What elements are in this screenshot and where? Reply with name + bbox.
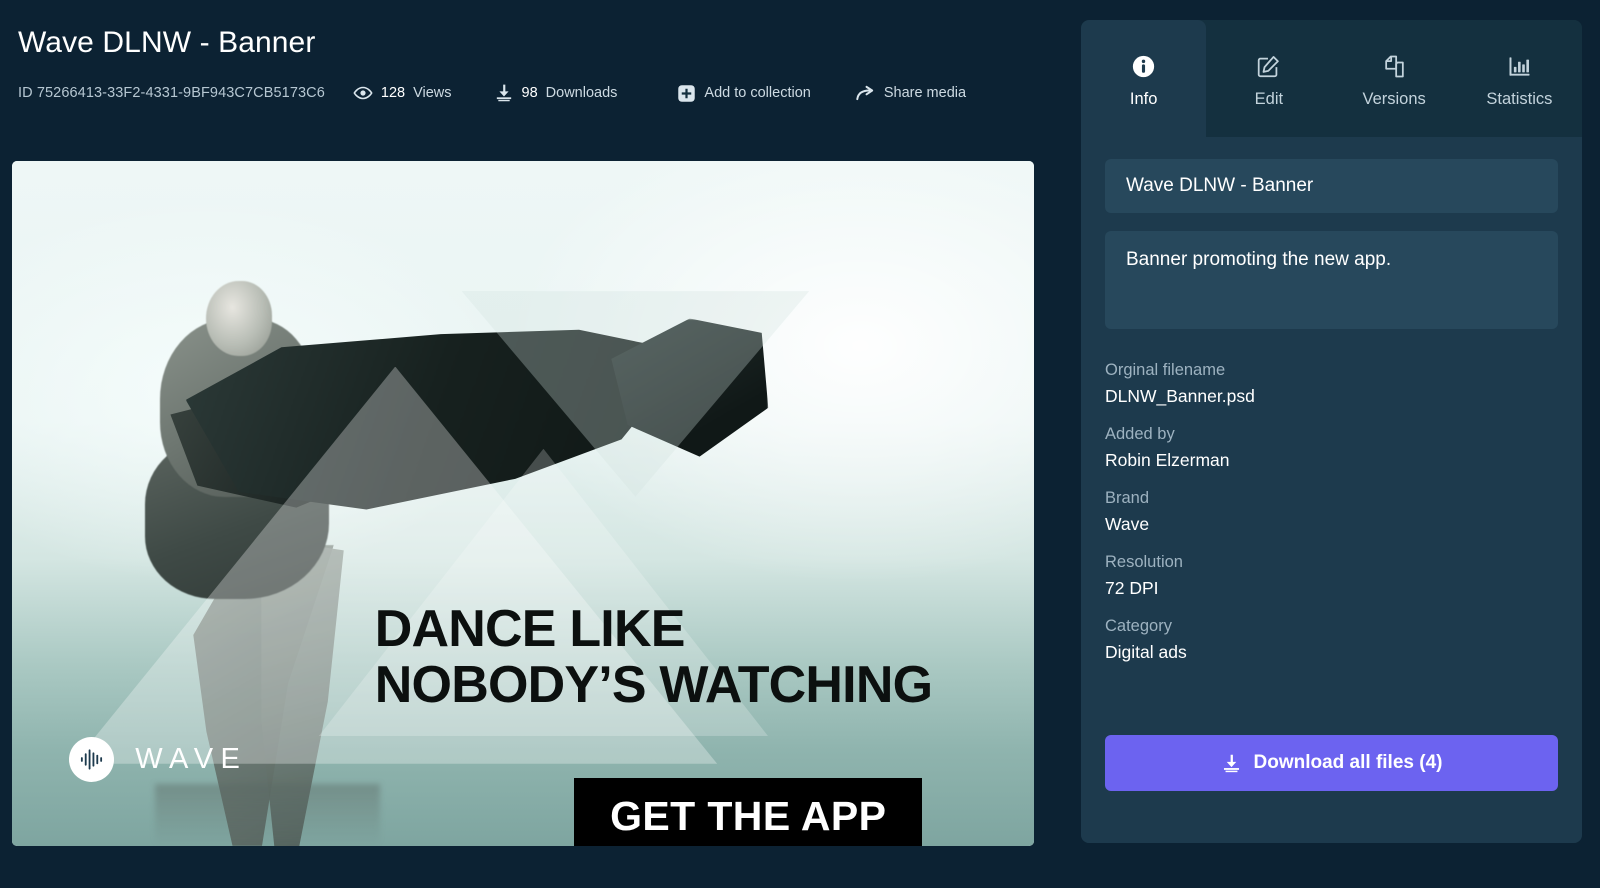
share-media-button[interactable]: Share media	[855, 83, 966, 104]
wave-logo-text: WAVE	[135, 743, 248, 775]
copy-pages-icon	[1382, 54, 1407, 79]
tab-statistics[interactable]: Statistics	[1457, 20, 1582, 137]
views-stat: 128 Views	[353, 83, 452, 103]
metadata-list: Orginal filename DLNW_Banner.psd Added b…	[1105, 361, 1558, 663]
download-all-files-button[interactable]: Download all files (4)	[1105, 735, 1558, 791]
tab-versions-label: Versions	[1362, 90, 1426, 108]
banner-headline-line-2: NOBODY’S WATCHING	[374, 656, 933, 715]
downloads-stat: 98 Downloads	[494, 83, 618, 103]
metadata-row-brand: Brand Wave	[1105, 489, 1558, 535]
download-all-files-label: Download all files (4)	[1253, 752, 1443, 773]
title-field[interactable]: Wave DLNW - Banner	[1105, 159, 1558, 213]
metadata-value: Robin Elzerman	[1105, 450, 1230, 470]
tab-edit[interactable]: Edit	[1206, 20, 1331, 137]
share-arrow-icon	[855, 83, 876, 104]
pencil-square-icon	[1256, 54, 1281, 79]
panel-tabs: Info Edit Versions Statistics	[1081, 20, 1582, 137]
metadata-row-original-filename: Orginal filename DLNW_Banner.psd	[1105, 361, 1558, 407]
tab-versions[interactable]: Versions	[1332, 20, 1457, 137]
banner-headline-line-1: DANCE LIKE	[374, 600, 686, 658]
views-count: 128	[380, 85, 406, 101]
media-preview-image[interactable]: DANCE LIKE NOBODY’S WATCHING GET THE APP…	[12, 161, 1034, 846]
dancer-head	[206, 280, 272, 357]
info-circle-icon	[1131, 54, 1156, 79]
download-icon	[1221, 753, 1242, 774]
banner-cta-button: GET THE APP	[574, 778, 923, 846]
metadata-label: Category	[1105, 617, 1172, 635]
banner-artwork: DANCE LIKE NOBODY’S WATCHING GET THE APP…	[12, 161, 1034, 846]
metadata-value: Wave	[1105, 514, 1150, 534]
banner-headline: DANCE LIKE NOBODY’S WATCHING	[375, 601, 1009, 713]
metadata-label: Orginal filename	[1105, 361, 1226, 379]
metadata-row-added-by: Added by Robin Elzerman	[1105, 425, 1558, 471]
eye-icon	[353, 83, 373, 103]
metadata-label: Resolution	[1105, 553, 1183, 571]
downloads-count: 98	[521, 85, 538, 101]
media-meta-bar: ID 75266413-33F2-4331-9BF943C7CB5173C6 1…	[18, 82, 1036, 104]
views-label: Views	[413, 85, 452, 101]
info-tab-content: Wave DLNW - Banner Banner promoting the …	[1081, 137, 1582, 843]
add-to-collection-label: Add to collection	[704, 85, 811, 101]
metadata-row-resolution: Resolution 72 DPI	[1105, 553, 1558, 599]
share-media-label: Share media	[883, 85, 967, 101]
floor-reflection	[155, 784, 380, 846]
tab-statistics-label: Statistics	[1486, 90, 1553, 108]
waveform-circle-icon	[69, 737, 115, 782]
plus-square-icon	[677, 84, 696, 103]
downloads-label: Downloads	[545, 85, 618, 101]
description-field[interactable]: Banner promoting the new app.	[1105, 231, 1558, 329]
metadata-value: Digital ads	[1105, 642, 1187, 662]
metadata-row-category: Category Digital ads	[1105, 617, 1558, 663]
media-info-panel: Info Edit Versions Statistics Wave DLNW …	[1081, 20, 1582, 843]
tab-info[interactable]: Info	[1081, 20, 1207, 137]
tab-edit-label: Edit	[1254, 90, 1284, 108]
page-title: Wave DLNW - Banner	[18, 26, 316, 59]
bar-chart-icon	[1507, 54, 1532, 79]
media-id-text: ID 75266413-33F2-4331-9BF943C7CB5173C6	[18, 85, 325, 101]
add-to-collection-button[interactable]: Add to collection	[677, 84, 811, 103]
metadata-label: Brand	[1105, 489, 1150, 507]
download-icon	[494, 83, 514, 103]
wave-logo: WAVE	[69, 737, 247, 782]
metadata-label: Added by	[1105, 425, 1175, 443]
tab-info-label: Info	[1129, 90, 1158, 108]
metadata-value: 72 DPI	[1105, 578, 1159, 598]
metadata-value: DLNW_Banner.psd	[1105, 386, 1255, 406]
